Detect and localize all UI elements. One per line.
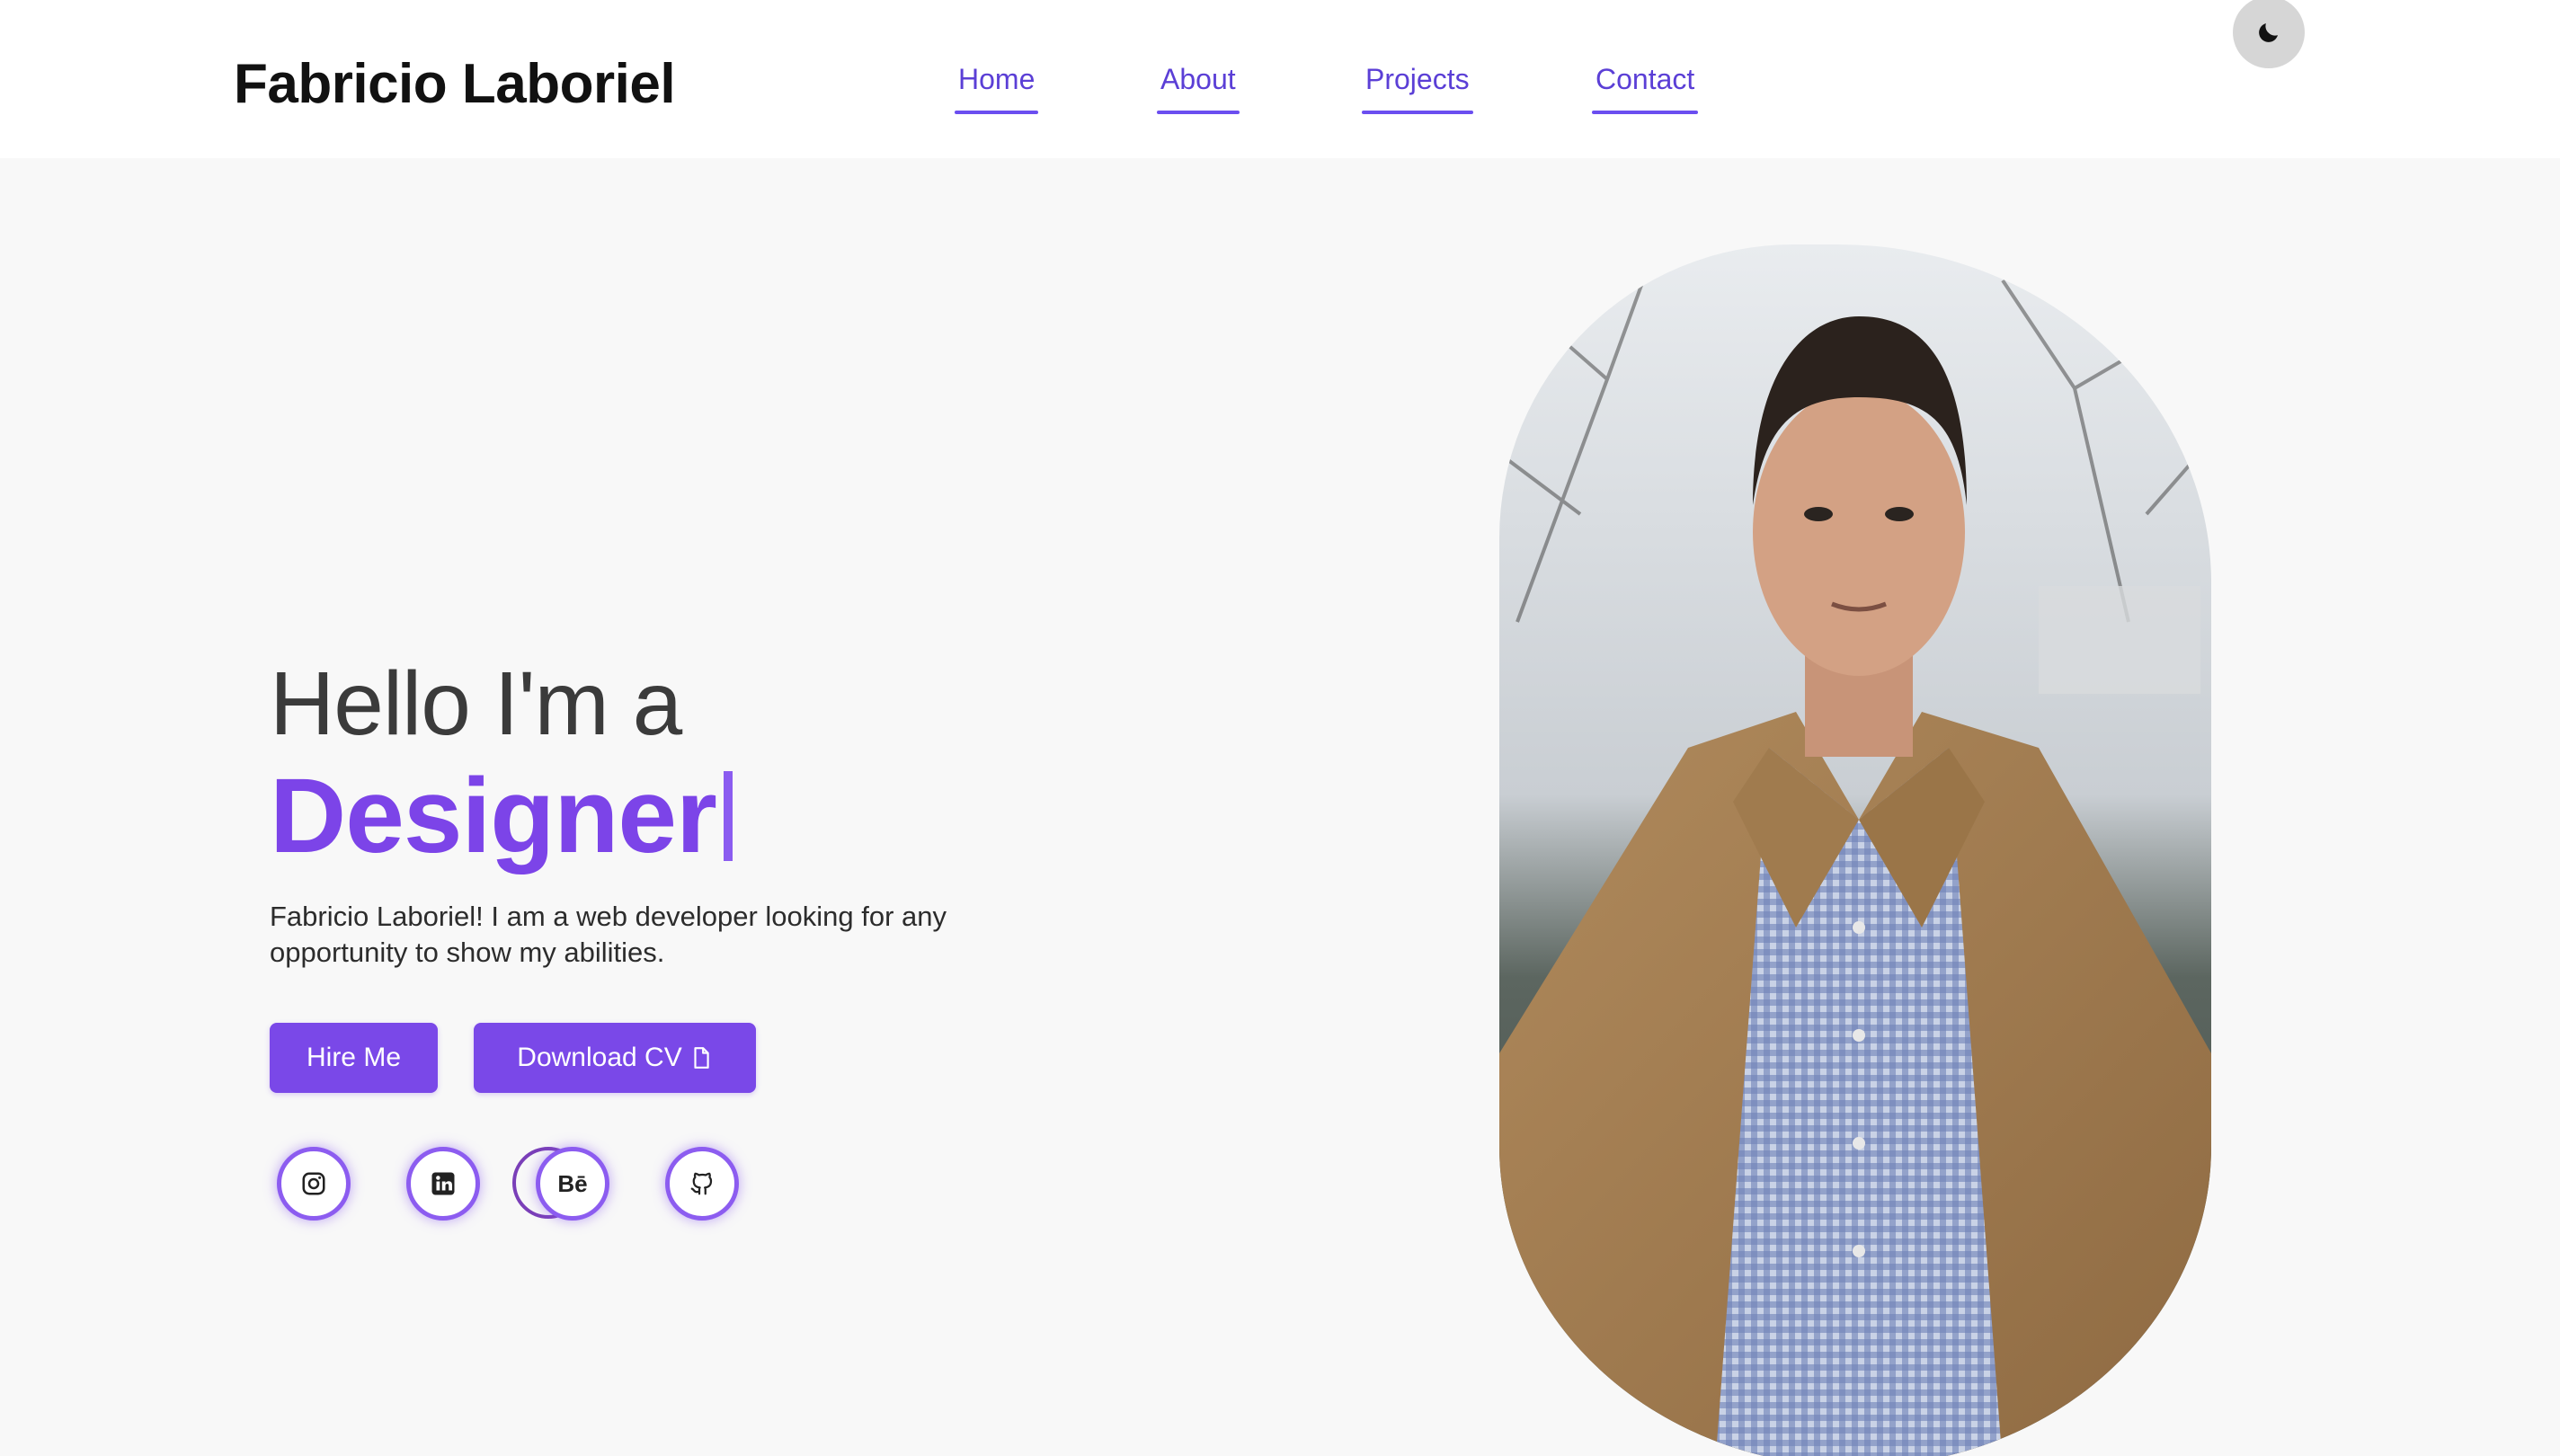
theme-toggle-button[interactable] [2233, 0, 2305, 68]
hero-role: Designer [270, 755, 733, 877]
profile-photo [1499, 244, 2211, 1456]
nav-link-contact[interactable]: Contact [1592, 63, 1699, 114]
hire-me-button[interactable]: Hire Me [270, 1023, 438, 1093]
instagram-icon [302, 1172, 325, 1195]
nav-underline [1362, 111, 1473, 114]
nav-underline [1592, 111, 1699, 114]
nav-underline [955, 111, 1039, 114]
linkedin-link[interactable] [406, 1147, 480, 1221]
hero-greeting: Hello I'm a [270, 653, 682, 754]
hero-role-text: Designer [270, 757, 717, 875]
download-cv-button[interactable]: Download CV [474, 1023, 756, 1093]
main-nav: Home About Projects Contact [0, 63, 2560, 135]
page: Fabricio Laboriel Home About Projects Co… [0, 0, 2560, 1456]
behance-link[interactable]: Bē [536, 1147, 609, 1221]
instagram-link[interactable] [277, 1147, 351, 1221]
nav-link-projects[interactable]: Projects [1362, 63, 1473, 114]
site-header: Fabricio Laboriel Home About Projects Co… [0, 0, 2560, 158]
file-icon [694, 1047, 709, 1069]
nav-link-home-label: Home [958, 63, 1036, 95]
nav-link-contact-label: Contact [1596, 63, 1695, 95]
nav-link-home[interactable]: Home [955, 63, 1039, 114]
download-cv-label: Download CV [517, 1043, 682, 1072]
nav-link-about-label: About [1160, 63, 1236, 95]
hero-description: Fabricio Laboriel! I am a web developer … [270, 901, 947, 968]
behance-icon: Bē [557, 1169, 588, 1197]
nav-underline [1157, 111, 1240, 114]
github-link[interactable] [665, 1147, 739, 1221]
nav-link-projects-label: Projects [1365, 63, 1470, 95]
moon-icon [2259, 23, 2278, 42]
linkedin-icon [431, 1172, 455, 1195]
typing-caret [723, 771, 733, 861]
hire-me-label: Hire Me [306, 1043, 401, 1072]
nav-link-about[interactable]: About [1157, 63, 1240, 114]
github-icon [690, 1172, 713, 1195]
